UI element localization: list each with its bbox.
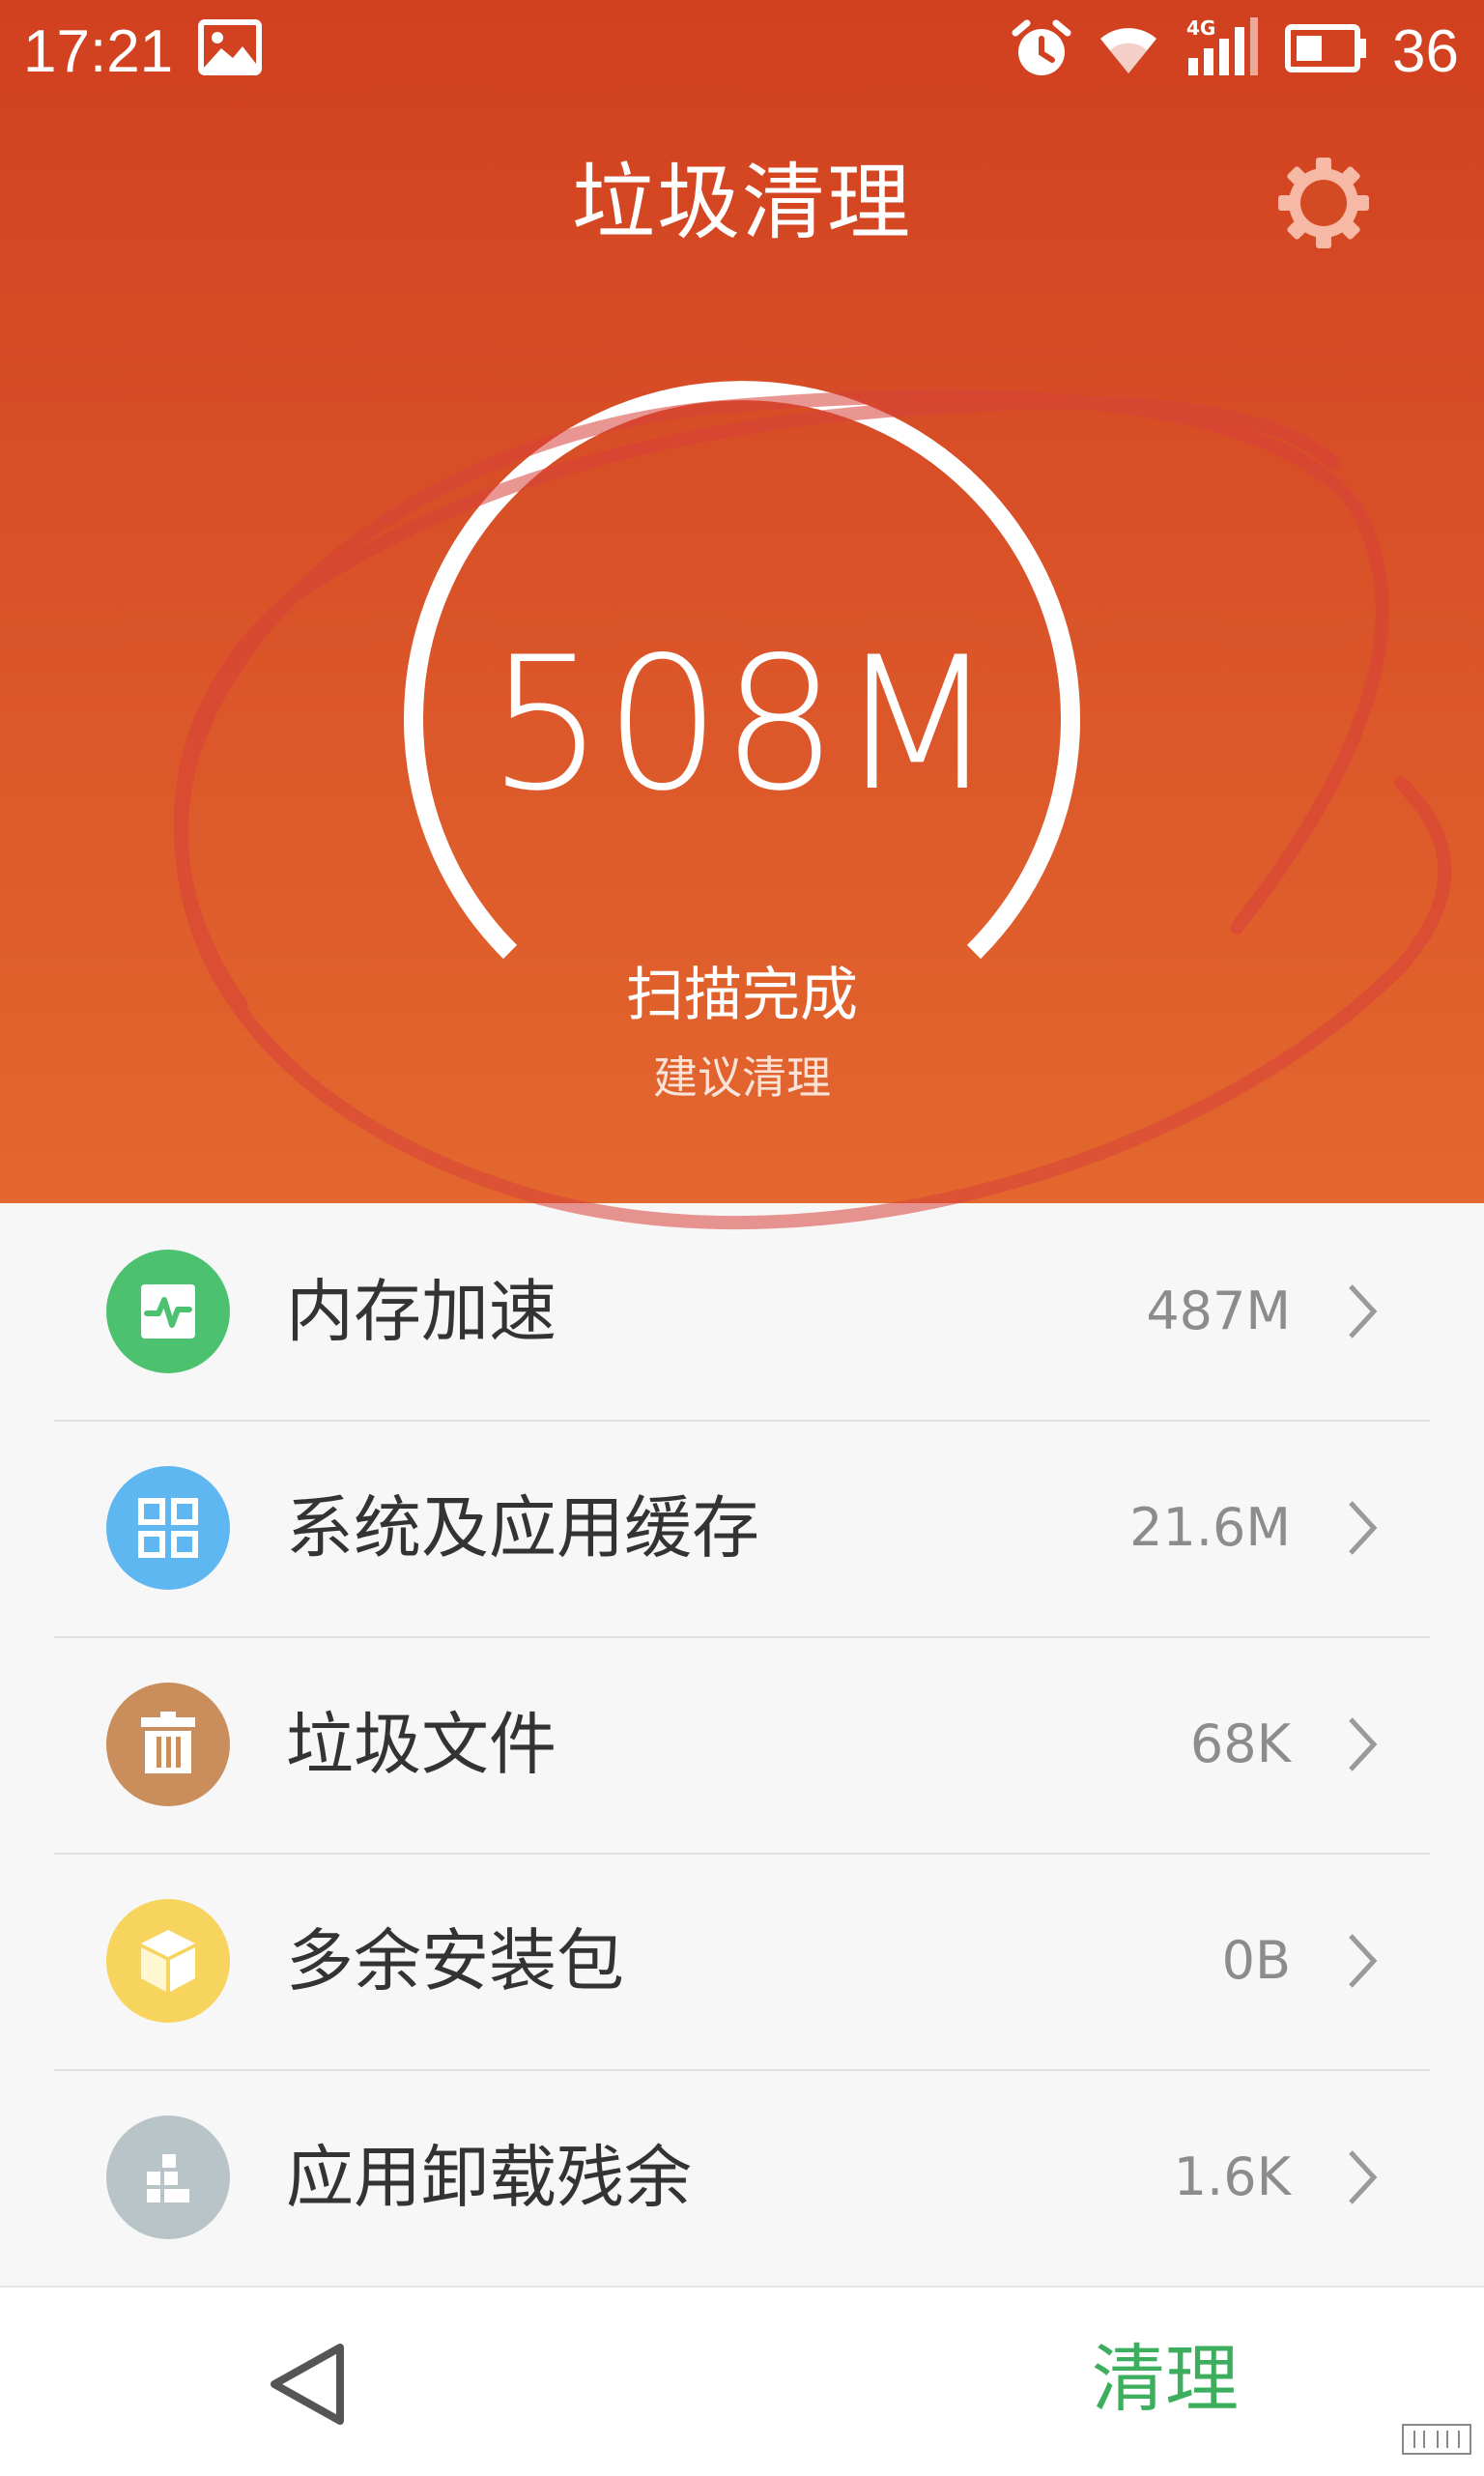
- blocks-icon: [106, 2116, 230, 2239]
- back-button[interactable]: [261, 2336, 357, 2433]
- clean-button[interactable]: 清理: [1092, 2326, 1239, 2433]
- list-item-memory[interactable]: 内存加速 487M: [0, 1203, 1484, 1420]
- list-item-junk-files[interactable]: 垃圾文件 68K: [0, 1636, 1484, 1853]
- chevron-right-icon: [1349, 1934, 1378, 1988]
- list-item-cache[interactable]: 系统及应用缓存 21.6M: [0, 1420, 1484, 1636]
- list-item-size: 1.6K: [1173, 2146, 1291, 2207]
- chevron-right-icon: [1349, 1501, 1378, 1555]
- scan-hint: 建议清理: [653, 1051, 831, 1104]
- list-item-label: 内存加速: [286, 1272, 556, 1351]
- pulse-icon: [106, 1250, 230, 1373]
- list-item-label: 多余安装包: [286, 1921, 624, 2001]
- chevron-right-icon: [1349, 2150, 1378, 2204]
- trash-icon: [106, 1683, 230, 1806]
- cleanup-list: 内存加速 487M 系统及应用缓存 21.6M 垃圾文件 68K 多余安装包 0…: [0, 1203, 1484, 2286]
- list-item-label: 垃圾文件: [286, 1705, 556, 1784]
- junk-total-size: 508M: [487, 618, 997, 831]
- chevron-right-icon: [1349, 1717, 1378, 1771]
- list-item-label: 应用卸载残余: [286, 2138, 692, 2217]
- list-item-label: 系统及应用缓存: [286, 1488, 759, 1568]
- list-item-size: 487M: [1146, 1281, 1291, 1341]
- grid-icon: [106, 1466, 230, 1590]
- list-item-size: 21.6M: [1129, 1497, 1291, 1558]
- bottom-bar: 清理: [0, 2286, 1484, 2476]
- scan-status: 扫描完成: [626, 962, 858, 1029]
- list-item-apk-packages[interactable]: 多余安装包 0B: [0, 1853, 1484, 2069]
- list-item-uninstall-residue[interactable]: 应用卸载残余 1.6K: [0, 2069, 1484, 2286]
- chevron-right-icon: [1349, 1284, 1378, 1339]
- package-icon: [106, 1899, 230, 2023]
- back-triangle-icon: [271, 2344, 344, 2425]
- list-item-size: 68K: [1189, 1713, 1291, 1774]
- list-item-size: 0B: [1221, 1930, 1291, 1991]
- header: 17:21 4G 36 垃圾清理 508M 扫描完成 建议清理: [0, 0, 1484, 1203]
- watermark-logo: [1402, 2424, 1471, 2455]
